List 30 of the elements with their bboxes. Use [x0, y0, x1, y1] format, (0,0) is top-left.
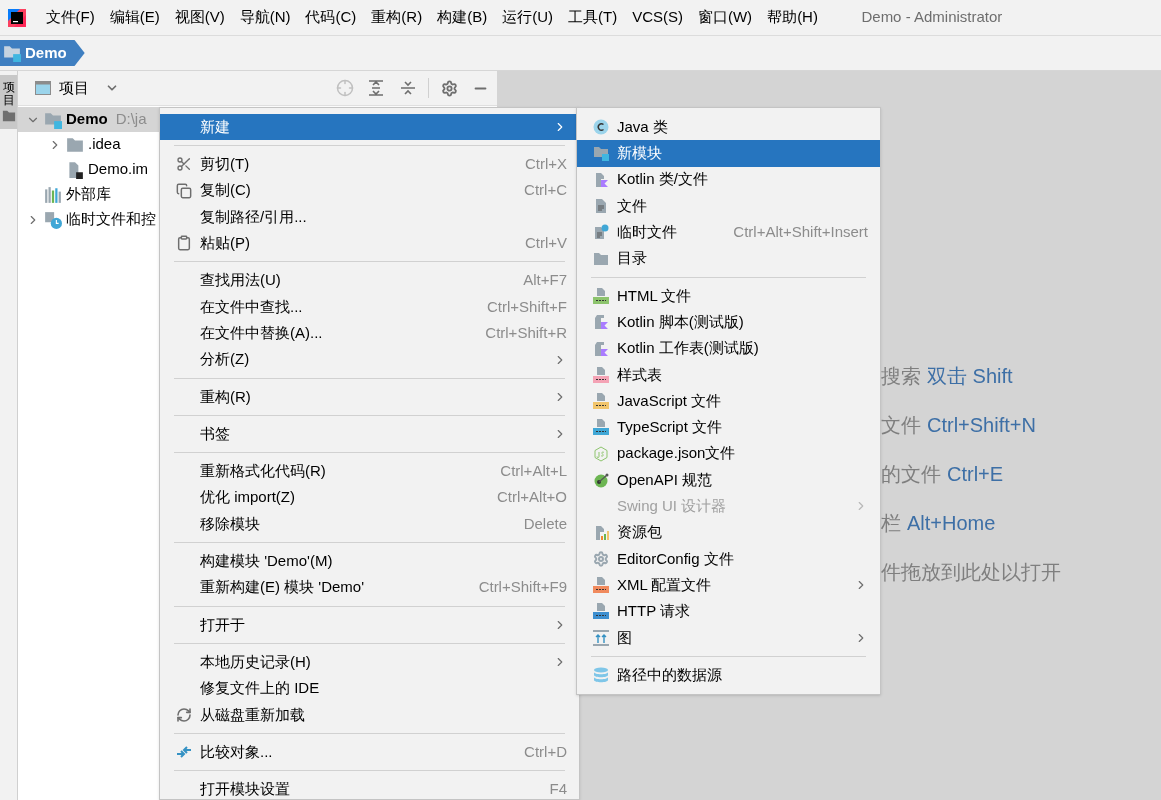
tree-item-label: Demo: [66, 109, 108, 130]
hint-text: 文件: [881, 413, 921, 438]
shortcut-text: Ctrl+V: [524, 233, 567, 254]
shortcut-text: Ctrl+Shift+F9: [478, 577, 567, 598]
window-title: Demo - Administrator: [861, 7, 1003, 28]
shortcut-text: Ctrl+C: [524, 180, 567, 201]
shortcut-text: Ctrl+X: [524, 154, 567, 175]
tree-item-label: 外部库: [66, 184, 111, 205]
shortcut-text: Ctrl+Shift+R: [485, 322, 567, 343]
shortcut-text: Ctrl+Shift+F: [486, 296, 567, 317]
shortcut-text: Ctrl+Shift+N: [927, 413, 1036, 438]
shortcut-text: Ctrl+Alt+O: [496, 487, 567, 508]
shortcut-text: Alt+F7: [523, 270, 567, 291]
shortcut-text: F4: [549, 779, 567, 799]
shortcut-text: Delete: [523, 513, 567, 534]
shortcut-text: 双击 Shift: [927, 364, 1013, 389]
tree-item-label: .idea: [88, 134, 121, 155]
hint-text: 栏: [881, 511, 901, 536]
tree-item-label: Demo.im: [88, 159, 148, 180]
shortcut-text: Ctrl+Alt+Shift+Insert: [733, 222, 868, 243]
path-text: D:\ja: [115, 109, 147, 130]
side-tab-label: 项目: [2, 81, 15, 108]
hint-text: 搜索: [881, 364, 921, 389]
shortcut-text: Alt+Home: [907, 511, 996, 536]
hint-text: 件拖放到此处以打开: [881, 560, 1061, 585]
shortcut-text: Ctrl+E: [947, 462, 1004, 487]
hint-text: 的文件: [881, 462, 941, 487]
shortcut-text: Ctrl+D: [524, 741, 567, 762]
tree-item-label: 临时文件和控: [66, 209, 156, 230]
shortcut-text: Ctrl+Alt+L: [500, 461, 567, 482]
